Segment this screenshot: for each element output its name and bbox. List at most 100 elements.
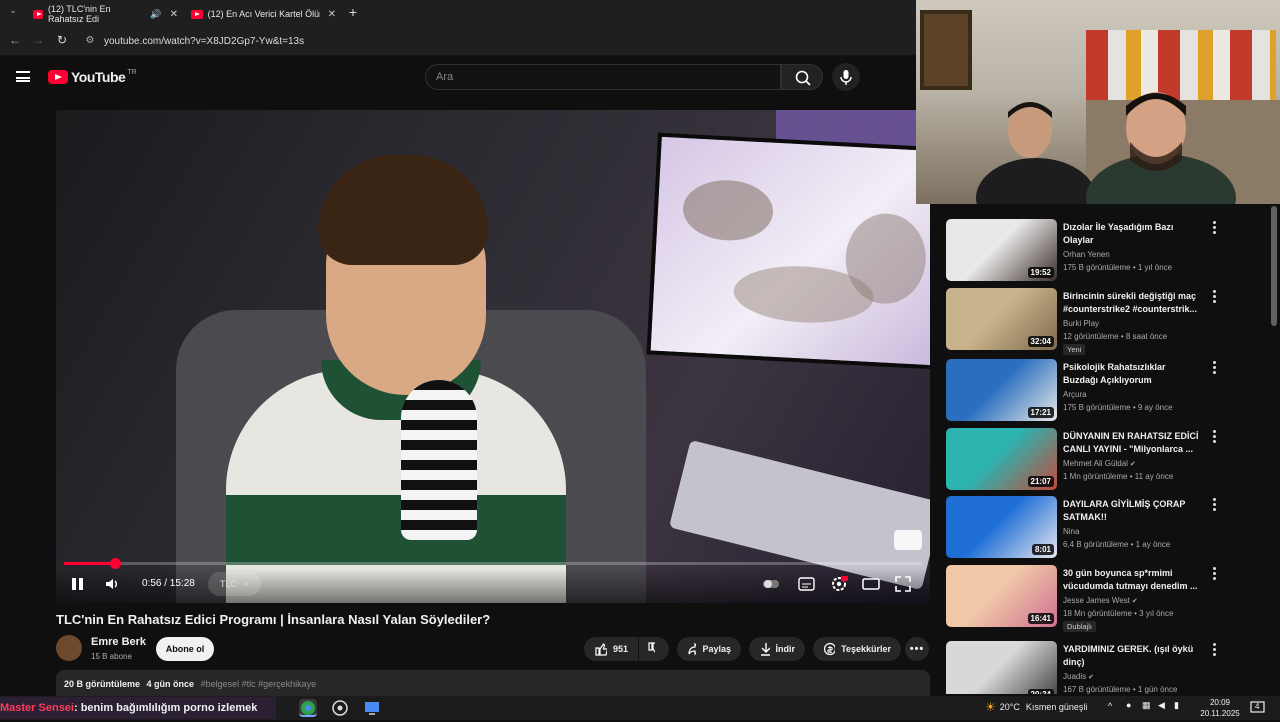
recommended-video[interactable]: 16:41 30 gün boyunca sp*rmimi vücudumda t… [946, 565, 1266, 632]
video-thumbnail[interactable]: 19:52 [946, 219, 1057, 281]
recommended-video[interactable]: 32:04 Birincinin sürekli değiştiği maç #c… [946, 288, 1266, 355]
recommended-video-title[interactable]: YARDIMINIZ GEREK. (ışıl öykü dinç) [1063, 643, 1203, 668]
close-tab-icon[interactable]: ✕ [328, 9, 336, 20]
more-options-icon[interactable] [1210, 567, 1218, 581]
recommended-meta: 6,4 B görüntüleme • 1 ay önce [1063, 540, 1171, 549]
forward-arrow-icon[interactable]: → [29, 33, 47, 47]
video-thumbnail[interactable]: 17:21 [946, 359, 1057, 421]
verified-check-icon: ✔ [1129, 598, 1138, 605]
sidebar-scrollbar[interactable] [1271, 206, 1277, 326]
chapter-button[interactable]: TLC > [208, 572, 261, 596]
video-duration: 8:01 [1031, 544, 1054, 555]
thanks-label: Teşekkürler [841, 644, 891, 654]
volume-icon[interactable] [104, 576, 120, 592]
tab-label: (12) En Acı Verici Kartel Ölümle [207, 9, 320, 19]
theater-mode-icon[interactable] [862, 575, 880, 593]
recommended-channel[interactable]: Burki Play [1063, 319, 1099, 328]
more-options-icon[interactable] [1210, 361, 1218, 375]
voice-search-button[interactable] [832, 63, 860, 91]
video-player[interactable]: 0:56 / 15:28 TLC > [56, 110, 930, 603]
back-arrow-icon[interactable]: ← [6, 33, 24, 47]
video-thumbnail[interactable]: 8:01 [946, 496, 1057, 558]
subscribe-button[interactable]: Abone ol [156, 637, 214, 661]
more-options-icon[interactable] [1210, 643, 1218, 657]
video-thumbnail[interactable]: 16:41 [946, 565, 1057, 627]
recommended-video-title[interactable]: Dızolar İle Yaşadığım Bazı Olaylar [1063, 221, 1203, 246]
more-options-icon[interactable] [1210, 290, 1218, 304]
site-info-icon[interactable]: ⚙ [81, 35, 99, 46]
taskbar-clock[interactable]: 20:09 20.11.2025 [1200, 697, 1240, 719]
more-actions-button[interactable]: ••• [905, 637, 929, 661]
recommended-video[interactable]: 19:52 Dızolar İle Yaşadığım Bazı Olaylar O… [946, 219, 1266, 283]
recommended-video[interactable]: 17:21 Psikolojik Rahatsızlıklar Buzdağı A… [946, 359, 1266, 423]
recommended-channel[interactable]: Jesse James West ✔ [1063, 596, 1138, 605]
recommended-channel[interactable]: Orhan Yenen [1063, 250, 1110, 259]
weather-widget[interactable]: ☀ 20°C Kısmen güneşli [985, 700, 1087, 714]
like-button[interactable]: 951 [584, 637, 638, 661]
speaker-icon[interactable]: 🔊 [150, 9, 161, 20]
recommended-meta: 167 B görüntüleme • 1 gün önce [1063, 685, 1178, 694]
video-thumbnail[interactable]: 32:04 [946, 288, 1057, 350]
thanks-button[interactable]: Teşekkürler [813, 637, 901, 661]
chrome-taskbar-icon[interactable] [299, 699, 317, 717]
channel-name: Juadis [1063, 672, 1087, 681]
recommended-video-title[interactable]: 30 gün boyunca sp*rmimi vücudumda tutmay… [1063, 567, 1203, 592]
address-field[interactable]: youtube.com/watch?v=X8JD2Gp7-Yw&t=13s [104, 36, 304, 47]
youtube-logo[interactable]: YouTube TR [48, 69, 137, 85]
tab-tlc-video[interactable]: (12) TLC'nin En Rahatsız Edi 🔊 ✕ [33, 3, 178, 25]
search-box [425, 64, 781, 90]
recommended-video[interactable]: 20:34 YARDIMINIZ GEREK. (ışıl öykü dinç) J… [946, 641, 1266, 694]
chat-message: : benim bağımlılığım porno izlemek [73, 702, 258, 714]
sweater-band [226, 495, 566, 565]
recommended-channel[interactable]: Arçura [1063, 390, 1087, 399]
more-options-icon[interactable] [1210, 498, 1218, 512]
obs-taskbar-icon[interactable] [331, 699, 349, 717]
search-button[interactable] [781, 64, 823, 90]
channel-watermark-icon[interactable] [894, 530, 922, 550]
recommended-channel[interactable]: Nina [1063, 527, 1079, 536]
close-tab-icon[interactable]: ✕ [170, 9, 178, 20]
recommended-video[interactable]: 21:07 DÜNYANIN EN RAHATSIZ EDİCİ CANLI YA… [946, 428, 1266, 492]
recommended-channel[interactable]: Mehmet Ali Güldal ✔ [1063, 459, 1136, 468]
mic-tray-icon[interactable]: ● [1126, 700, 1131, 710]
tray-chevron-up-icon[interactable]: ^ [1108, 701, 1112, 711]
menu-icon[interactable] [16, 71, 30, 82]
recommended-channel[interactable]: Juadis ✔ [1063, 672, 1094, 681]
more-options-icon[interactable] [1210, 221, 1218, 235]
recommended-video-title[interactable]: Psikolojik Rahatsızlıklar Buzdağı Açıklı… [1063, 361, 1203, 386]
share-arrow-icon [688, 642, 697, 656]
channel-avatar[interactable] [56, 635, 82, 661]
pause-icon[interactable] [72, 578, 83, 590]
tab-list-chevron-icon[interactable]: ⌄ [4, 5, 22, 16]
settings-gear-icon[interactable] [830, 575, 848, 593]
monitor-taskbar-icon[interactable] [363, 699, 381, 717]
recommended-video-title[interactable]: DÜNYANIN EN RAHATSIZ EDİCİ CANLI YAYINI … [1063, 430, 1203, 455]
network-tray-icon[interactable]: ▦ [1142, 700, 1151, 711]
recommended-video-title[interactable]: Birincinin sürekli değiştiği maç #counte… [1063, 290, 1203, 315]
upload-age: 4 gün önce [146, 679, 195, 689]
hashtags[interactable]: #belgesel #tlc #gerçekhikaye [201, 679, 317, 689]
download-button[interactable]: İndir [749, 637, 805, 661]
progress-bar[interactable] [64, 558, 922, 569]
autoplay-toggle-icon[interactable] [762, 575, 780, 593]
share-button[interactable]: Paylaş [677, 637, 741, 661]
description-box[interactable]: 20 B görüntüleme 4 gün önce #belgesel #t… [56, 670, 930, 696]
reload-icon[interactable]: ↻ [53, 33, 71, 47]
download-icon [761, 643, 770, 656]
video-thumbnail[interactable]: 21:07 [946, 428, 1057, 490]
speaker-tray-icon[interactable]: ◀ [1158, 700, 1165, 711]
search-input[interactable] [426, 65, 780, 89]
subtitles-icon[interactable] [798, 575, 816, 593]
notification-button[interactable]: 4 [1250, 700, 1266, 716]
tab-kartel-video[interactable]: (12) En Acı Verici Kartel Ölümle ✕ [191, 3, 336, 25]
channel-name[interactable]: Emre Berk [91, 636, 146, 648]
recommended-video-title[interactable]: DAYILARA GİYİLMİŞ ÇORAP SATMAK!! [1063, 498, 1203, 523]
fullscreen-icon[interactable] [894, 575, 912, 593]
dislike-button[interactable] [639, 637, 669, 661]
video-thumbnail[interactable]: 20:34 [946, 641, 1057, 694]
more-options-icon[interactable] [1210, 430, 1218, 444]
clock-time: 20:09 [1209, 698, 1231, 707]
new-tab-plus-icon[interactable]: + [344, 4, 362, 20]
battery-tray-icon[interactable]: ▮ [1174, 700, 1179, 711]
recommended-video[interactable]: 8:01 DAYILARA GİYİLMİŞ ÇORAP SATMAK!! Nina… [946, 496, 1266, 560]
